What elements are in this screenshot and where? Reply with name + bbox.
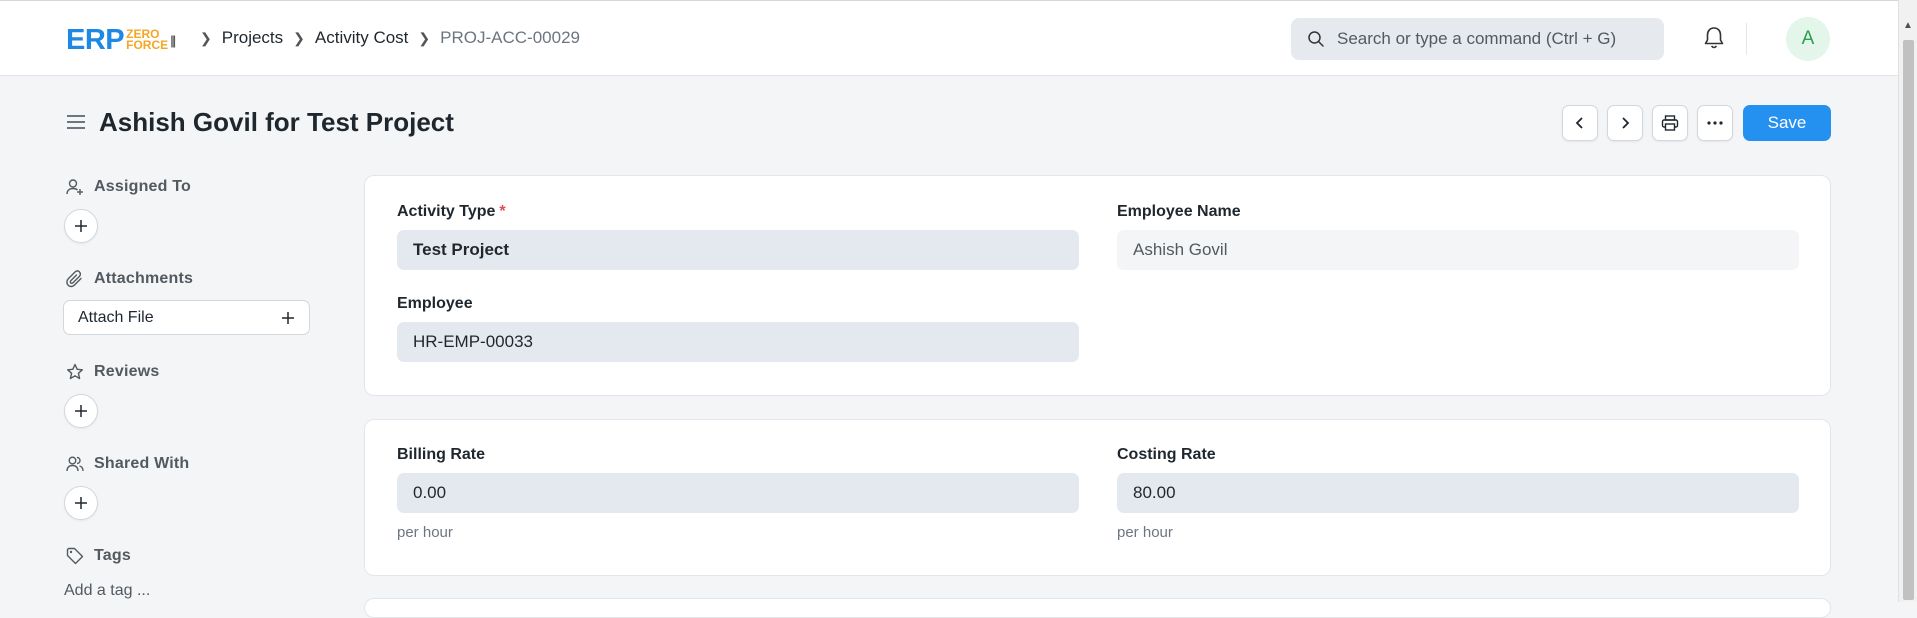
tag-icon <box>66 547 84 565</box>
plus-icon <box>75 497 87 509</box>
billing-rate-label: Billing Rate <box>397 446 486 463</box>
costing-rate-field[interactable]: 80.00 <box>1117 473 1799 513</box>
page-title: Ashish Govil for Test Project <box>99 107 454 137</box>
plus-icon <box>75 405 87 417</box>
tags-section: Tags <box>66 547 131 565</box>
billing-rate-field[interactable]: 0.00 <box>397 473 1079 513</box>
logo-text: ERP <box>66 23 125 56</box>
shared-with-label: Shared With <box>94 455 190 472</box>
costing-rate-description: per hour <box>1117 524 1173 541</box>
users-icon <box>66 456 84 472</box>
logo-bottom-text: FORCE <box>126 38 169 52</box>
attach-file-label: Attach File <box>78 308 154 326</box>
breadcrumb-activity-cost[interactable]: Activity Cost <box>315 28 409 48</box>
navbar-divider <box>1746 23 1747 55</box>
attach-file-button[interactable]: Attach File <box>63 300 310 335</box>
printer-icon <box>1661 115 1679 131</box>
bell-icon[interactable] <box>1703 25 1725 51</box>
activity-type-label-text: Activity Type <box>397 203 496 220</box>
tags-label: Tags <box>94 547 131 564</box>
activity-details-card: Activity Type * Test Project Employee Nam… <box>364 175 1831 396</box>
user-plus-icon <box>66 179 83 195</box>
logo-subtext: ZERO FORCE <box>126 28 169 52</box>
print-button[interactable] <box>1652 105 1688 141</box>
attachments-section: Attachments <box>66 270 193 288</box>
scroll-up-icon[interactable]: ▲ <box>1903 20 1913 31</box>
employee-field[interactable]: HR-EMP-00033 <box>397 322 1079 362</box>
more-horizontal-icon <box>1707 121 1723 125</box>
add-assignee-button[interactable] <box>64 209 98 243</box>
assigned-to-section: Assigned To <box>66 178 191 196</box>
billing-rate-description: per hour <box>397 524 453 541</box>
star-icon <box>67 363 83 380</box>
required-indicator: * <box>499 203 506 220</box>
reviews-label: Reviews <box>94 363 160 380</box>
attachments-label: Attachments <box>94 270 194 287</box>
erp-logo[interactable]: ERP ZERO FORCE ||| <box>66 23 176 57</box>
next-section-card <box>364 598 1831 618</box>
rates-card: Billing Rate 0.00 per hour Costing Rate … <box>364 419 1831 576</box>
scrollbar[interactable]: ▲ <box>1898 0 1917 602</box>
breadcrumb-projects[interactable]: Projects <box>222 28 283 48</box>
plus-icon <box>282 311 294 324</box>
add-share-button[interactable] <box>64 486 98 520</box>
previous-doc-button[interactable] <box>1562 105 1598 141</box>
activity-type-label: Activity Type * <box>397 203 506 221</box>
shared-with-section: Shared With <box>66 455 189 473</box>
reviews-section: Reviews <box>66 363 159 381</box>
search-placeholder: Search or type a command (Ctrl + G) <box>1337 29 1617 48</box>
employee-name-label: Employee Name <box>1117 203 1241 220</box>
chevron-right-icon <box>1622 117 1630 129</box>
search-input[interactable]: Search or type a command (Ctrl + G) <box>1291 18 1664 60</box>
employee-label: Employee <box>397 295 473 312</box>
breadcrumb-current[interactable]: PROJ-ACC-00029 <box>440 28 580 48</box>
add-review-button[interactable] <box>64 394 98 428</box>
assigned-to-label: Assigned To <box>94 178 192 195</box>
save-button[interactable]: Save <box>1743 105 1831 141</box>
more-actions-button[interactable] <box>1697 105 1733 141</box>
paperclip-icon <box>66 270 82 288</box>
scrollbar-thumb[interactable] <box>1903 40 1914 600</box>
plus-icon <box>75 220 87 232</box>
costing-rate-label: Costing Rate <box>1117 446 1216 463</box>
sidebar-toggle-icon[interactable] <box>66 113 86 131</box>
chevron-right-icon: ❯ <box>200 29 212 46</box>
employee-name-field: Ashish Govil <box>1117 230 1799 270</box>
next-doc-button[interactable] <box>1607 105 1643 141</box>
navbar: ERP ZERO FORCE ||| ❯ Projects ❯ Activity… <box>0 0 1898 76</box>
search-icon <box>1308 31 1324 47</box>
logo-bars-icon: ||| <box>170 32 176 48</box>
chevron-right-icon: ❯ <box>293 29 305 46</box>
avatar[interactable]: A <box>1786 17 1830 61</box>
add-tag-link[interactable]: Add a tag ... <box>64 582 150 600</box>
activity-type-field[interactable]: Test Project <box>397 230 1079 270</box>
chevron-left-icon <box>1575 117 1583 129</box>
chevron-right-icon: ❯ <box>418 29 431 46</box>
breadcrumb: ❯ Projects ❯ Activity Cost ❯ PROJ-ACC-00… <box>190 28 580 48</box>
